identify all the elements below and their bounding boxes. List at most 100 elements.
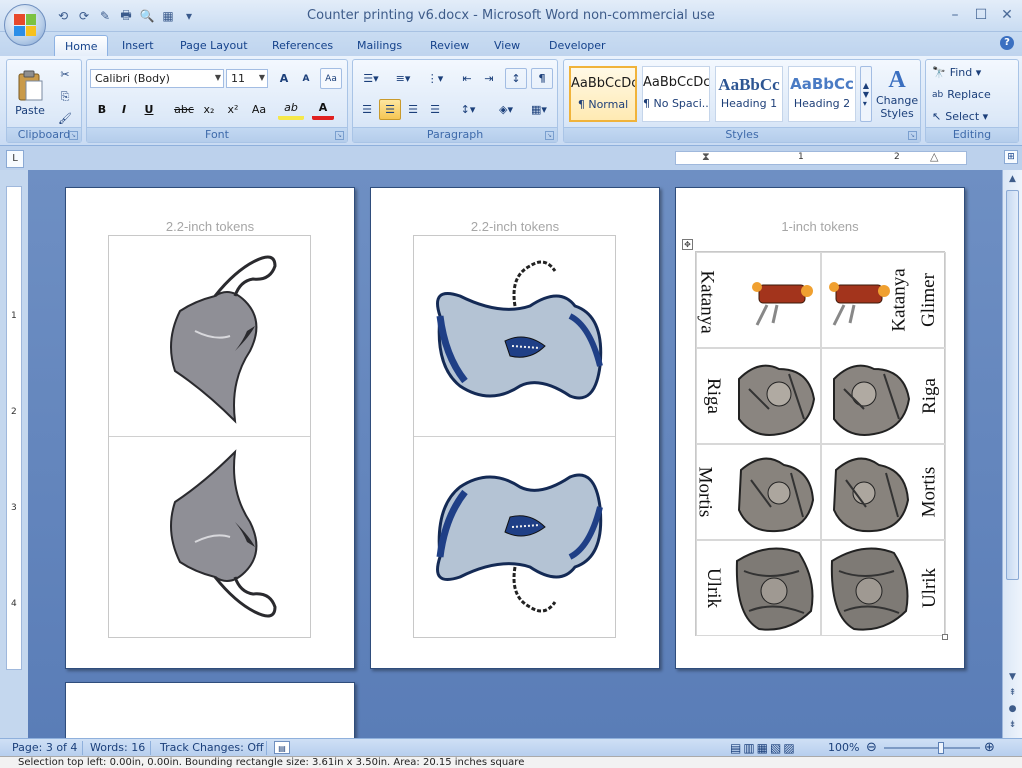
bullets-icon[interactable]: ☰▾ — [357, 68, 385, 89]
tab-home[interactable]: Home — [54, 35, 109, 56]
token-cell[interactable] — [414, 236, 615, 437]
paragraph-launcher-icon[interactable]: ↘ — [545, 131, 554, 140]
font-launcher-icon[interactable]: ↘ — [335, 131, 344, 140]
previous-page-icon[interactable]: ⇞ — [1005, 686, 1020, 701]
token-frame[interactable] — [413, 235, 616, 638]
token-cell-ulrik-left[interactable]: Ulrik — [696, 540, 821, 636]
zoom-slider-thumb[interactable] — [937, 742, 944, 754]
clipboard-launcher-icon[interactable]: ↘ — [69, 131, 78, 140]
zoom-level[interactable]: 100% — [828, 741, 859, 755]
shrink-font-button[interactable]: A — [296, 68, 316, 89]
tab-mailings[interactable]: Mailings — [347, 35, 412, 56]
token-cell-riga-left[interactable]: Riga — [696, 348, 821, 444]
minimize-button[interactable]: – — [942, 4, 968, 26]
token-cell-katanya-left[interactable]: Katanya Glimer — [696, 252, 821, 348]
help-icon[interactable]: ? — [1000, 36, 1014, 50]
view-buttons[interactable]: ▤▥▦▧▨ — [730, 741, 797, 755]
vertical-ruler[interactable]: 1 2 3 4 — [6, 186, 22, 670]
right-indent-icon[interactable]: △ — [930, 150, 938, 163]
scroll-down-icon[interactable]: ▼ — [1005, 670, 1020, 685]
strikethrough-button[interactable]: abc — [172, 99, 196, 120]
token-cell-mortis-left[interactable]: Mortis — [696, 444, 821, 540]
close-button[interactable]: ✕ — [994, 4, 1020, 26]
page-count[interactable]: Page: 3 of 4 — [12, 741, 77, 755]
tab-selector-button[interactable]: L — [6, 150, 24, 168]
tab-developer[interactable]: Developer — [539, 35, 616, 56]
document-workspace[interactable]: 2.2-inch tokens 2.2-inch tokens 1-inch t… — [28, 170, 1002, 738]
highlight-button[interactable]: ab — [278, 99, 304, 120]
italic-button[interactable]: I — [114, 99, 134, 120]
zoom-in-icon[interactable]: ⊕ — [984, 741, 998, 755]
paste-button[interactable]: Paste — [11, 62, 49, 124]
scroll-thumb[interactable] — [1006, 190, 1019, 580]
word-count[interactable]: Words: 16 — [90, 741, 145, 755]
tab-view[interactable]: View — [484, 35, 530, 56]
copy-icon[interactable]: ⎘ — [55, 86, 75, 107]
tab-references[interactable]: References — [262, 35, 343, 56]
tab-page-layout[interactable]: Page Layout — [170, 35, 258, 56]
token-table[interactable]: Katanya Glimer Katanya Glimer Riga — [695, 251, 946, 636]
align-left-icon[interactable]: ☰ — [357, 99, 377, 120]
line-spacing-icon[interactable]: ↕▾ — [453, 99, 483, 120]
zoom-out-icon[interactable]: ⊖ — [866, 741, 880, 755]
styles-scroll-icon[interactable]: ▲ ▼ ▾ — [860, 66, 872, 122]
styles-launcher-icon[interactable]: ↘ — [908, 131, 917, 140]
find-button[interactable]: 🔭 Find ▾ — [932, 62, 1016, 83]
token-cell[interactable] — [109, 236, 310, 437]
token-cell[interactable] — [414, 437, 615, 637]
page-2[interactable]: 2.2-inch tokens — [370, 187, 660, 669]
vertical-scrollbar[interactable]: ▲ ▼ ⇞ ● ⇟ — [1002, 170, 1022, 738]
clear-formatting-button[interactable]: Aa — [320, 68, 342, 89]
style-no-spacing[interactable]: AaBbCcDc ¶ No Spaci... — [642, 66, 710, 122]
multilevel-list-icon[interactable]: ⋮▾ — [421, 68, 449, 89]
align-center-icon[interactable]: ☰ — [379, 99, 401, 120]
subscript-button[interactable]: x₂ — [198, 99, 220, 120]
token-cell-katanya-right[interactable]: Katanya Glimer — [821, 252, 946, 348]
shading-icon[interactable]: ◈▾ — [491, 99, 521, 120]
font-family-select[interactable]: Calibri (Body) ▼ — [90, 69, 224, 88]
superscript-button[interactable]: x² — [222, 99, 244, 120]
show-marks-button[interactable]: ¶ — [531, 68, 553, 89]
style-heading-2[interactable]: AaBbCc Heading 2 — [788, 66, 856, 122]
align-right-icon[interactable]: ☰ — [403, 99, 423, 120]
underline-button[interactable]: U — [138, 99, 160, 120]
next-page-icon[interactable]: ⇟ — [1005, 718, 1020, 733]
page-1[interactable]: 2.2-inch tokens — [65, 187, 355, 669]
horizontal-ruler[interactable]: ⧗ 1 2 △ — [675, 150, 967, 165]
increase-indent-icon[interactable]: ⇥ — [479, 68, 499, 89]
track-changes-status[interactable]: Track Changes: Off — [160, 741, 264, 755]
grow-font-button[interactable]: A — [274, 68, 294, 89]
tab-review[interactable]: Review — [420, 35, 479, 56]
select-button[interactable]: ↖ Select ▾ — [932, 106, 1016, 127]
table-resize-handle-icon[interactable] — [942, 634, 948, 640]
change-case-button[interactable]: Aa — [246, 99, 272, 120]
table-move-handle-icon[interactable]: ✥ — [682, 239, 693, 250]
token-cell-mortis-right[interactable]: Mortis — [821, 444, 946, 540]
scroll-up-icon[interactable]: ▲ — [1005, 172, 1020, 187]
change-styles-button[interactable]: A Change Styles — [876, 62, 918, 124]
tab-insert[interactable]: Insert — [112, 35, 164, 56]
style-heading-1[interactable]: AaBbCc Heading 1 — [715, 66, 783, 122]
token-cell-riga-right[interactable]: Riga — [821, 348, 946, 444]
format-painter-icon[interactable]: 🖌 — [55, 108, 75, 129]
decrease-indent-icon[interactable]: ⇤ — [457, 68, 477, 89]
macro-recording-icon[interactable]: ▤ — [274, 741, 290, 754]
font-size-select[interactable]: 11 ▼ — [226, 69, 268, 88]
page-3[interactable]: 1-inch tokens ✥ Katanya Glimer Katany — [675, 187, 965, 669]
select-browse-object-icon[interactable]: ● — [1005, 702, 1020, 717]
style-normal[interactable]: AaBbCcDc ¶ Normal — [569, 66, 637, 122]
office-button[interactable] — [4, 4, 46, 46]
maximize-button[interactable]: ☐ — [968, 4, 994, 26]
bold-button[interactable]: B — [92, 99, 112, 120]
view-ruler-icon[interactable]: ⊞ — [1004, 150, 1018, 164]
sort-icon[interactable]: ↕ — [505, 68, 527, 89]
token-frame[interactable] — [108, 235, 311, 638]
font-color-button[interactable]: A — [312, 99, 334, 120]
token-cell[interactable] — [109, 437, 310, 637]
borders-icon[interactable]: ▦▾ — [525, 99, 553, 120]
page-4[interactable] — [65, 682, 355, 738]
justify-icon[interactable]: ☰ — [425, 99, 445, 120]
token-cell-ulrik-right[interactable]: Ulrik — [821, 540, 946, 636]
first-line-indent-icon[interactable]: ⧗ — [702, 150, 710, 164]
numbering-icon[interactable]: ≡▾ — [389, 68, 417, 89]
